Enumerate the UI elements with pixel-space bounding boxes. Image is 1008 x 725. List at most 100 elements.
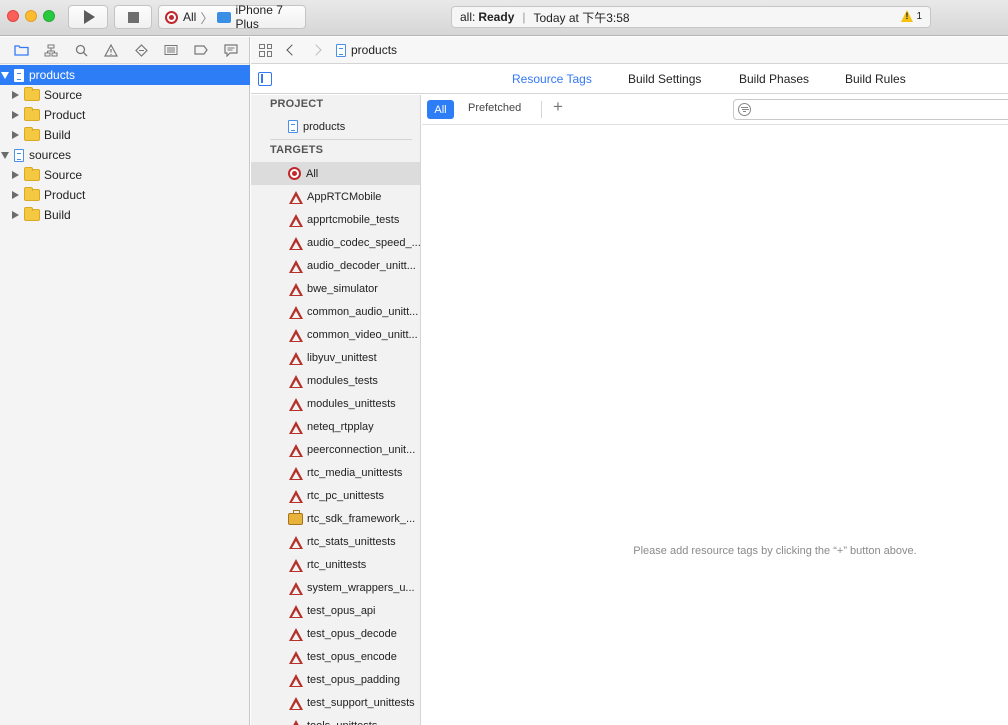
- nav-project-sources[interactable]: sources: [0, 145, 250, 165]
- target-row[interactable]: common_video_unitt...: [251, 323, 420, 346]
- filter-icon: [738, 103, 751, 116]
- target-label: rtc_media_unittests: [307, 466, 403, 479]
- filter-all-button[interactable]: All: [427, 100, 454, 119]
- target-row[interactable]: apprtcmobile_tests: [251, 208, 420, 231]
- activity-status: Ready: [478, 10, 515, 24]
- target-row[interactable]: audio_decoder_unitt...: [251, 254, 420, 277]
- folder-icon: [24, 187, 40, 201]
- warning-indicator[interactable]: 1: [901, 10, 922, 22]
- navigator-tab-reports[interactable]: [216, 40, 246, 60]
- target-label: rtc_stats_unittests: [307, 535, 396, 548]
- disclosure-open-icon[interactable]: [1, 151, 9, 159]
- sidebar-toggle-icon[interactable]: [258, 72, 272, 86]
- app-target-icon: [288, 419, 304, 435]
- navigator-tab-tests[interactable]: [126, 40, 156, 60]
- target-row[interactable]: neteq_rtpplay: [251, 415, 420, 438]
- nav-folder-build[interactable]: Build: [0, 125, 250, 145]
- disclosure-closed-icon[interactable]: [12, 131, 19, 139]
- project-section-header: PROJECT: [270, 98, 324, 110]
- jump-bar-current[interactable]: products: [351, 43, 397, 57]
- app-target-icon: [288, 488, 304, 504]
- target-label: neteq_rtpplay: [307, 420, 374, 433]
- nav-folder-product[interactable]: Product: [0, 105, 250, 125]
- nav-folder-source[interactable]: Source: [0, 165, 250, 185]
- search-icon: [75, 44, 87, 56]
- target-row[interactable]: All: [251, 162, 420, 185]
- nav-item-label: Build: [44, 128, 71, 142]
- scheme-separator: 〉: [200, 10, 214, 26]
- stop-button[interactable]: [114, 5, 152, 29]
- disclosure-closed-icon[interactable]: [12, 111, 19, 119]
- folder-icon: [24, 127, 40, 141]
- nav-folder-product[interactable]: Product: [0, 185, 250, 205]
- project-name: products: [303, 120, 346, 133]
- related-items-icon[interactable]: [259, 43, 272, 57]
- navigator-tab-breakpoints[interactable]: [186, 40, 216, 60]
- navigator-tab-issues[interactable]: [96, 40, 126, 60]
- disclosure-closed-icon[interactable]: [12, 91, 19, 99]
- disclosure-closed-icon[interactable]: [12, 171, 19, 179]
- target-row[interactable]: AppRTCMobile: [251, 185, 420, 208]
- target-row[interactable]: rtc_pc_unittests: [251, 484, 420, 507]
- target-row[interactable]: libyuv_unittest: [251, 346, 420, 369]
- nav-item-label: sources: [29, 148, 72, 162]
- target-row[interactable]: rtc_sdk_framework_...: [251, 507, 420, 530]
- activity-prefix: all:: [460, 10, 476, 24]
- project-row[interactable]: products: [251, 115, 420, 138]
- filter-prefetched-button[interactable]: Prefetched: [468, 102, 521, 114]
- target-row[interactable]: audio_codec_speed_...: [251, 231, 420, 254]
- target-row[interactable]: rtc_stats_unittests: [251, 530, 420, 553]
- nav-item-label: products: [29, 68, 76, 82]
- target-row[interactable]: common_audio_unitt...: [251, 300, 420, 323]
- target-row[interactable]: peerconnection_unit...: [251, 438, 420, 461]
- zoom-window-button[interactable]: [43, 10, 55, 22]
- disclosure-closed-icon[interactable]: [12, 211, 19, 219]
- target-row[interactable]: bwe_simulator: [251, 277, 420, 300]
- target-row[interactable]: system_wrappers_u...: [251, 576, 420, 599]
- navigator-tab-debug[interactable]: [156, 40, 186, 60]
- scheme-selector[interactable]: All 〉 iPhone 7 Plus: [158, 3, 306, 31]
- close-window-button[interactable]: [7, 10, 19, 22]
- target-row[interactable]: test_opus_api: [251, 599, 420, 622]
- navigator-tab-symbols[interactable]: [36, 40, 66, 60]
- navigator-tab-project[interactable]: [6, 40, 36, 60]
- tag-filter-field[interactable]: [733, 99, 1008, 120]
- add-tag-button[interactable]: +: [553, 97, 563, 117]
- tag-filter-input[interactable]: [756, 101, 1006, 118]
- nav-item-label: Product: [44, 108, 86, 122]
- target-row[interactable]: test_opus_decode: [251, 622, 420, 645]
- disclosure-closed-icon[interactable]: [12, 191, 19, 199]
- target-row[interactable]: rtc_unittests: [251, 553, 420, 576]
- target-row[interactable]: test_opus_padding: [251, 668, 420, 691]
- target-label: rtc_pc_unittests: [307, 489, 385, 502]
- target-row[interactable]: test_support_unittests: [251, 691, 420, 714]
- app-target-icon: [288, 304, 304, 320]
- tab-build-rules[interactable]: Build Rules: [845, 72, 906, 86]
- tab-resource-tags[interactable]: Resource Tags: [512, 72, 592, 86]
- activity-viewer[interactable]: all: Ready | Today at 下午3:58 1: [451, 6, 931, 28]
- target-row[interactable]: test_opus_encode: [251, 645, 420, 668]
- run-button[interactable]: [68, 5, 108, 29]
- target-label: apprtcmobile_tests: [307, 213, 400, 226]
- targets-list: PROJECT products TARGETS All AppRTCMobile…: [251, 95, 421, 725]
- empty-state-message: Please add resource tags by clicking the…: [633, 545, 917, 557]
- back-chevron-icon[interactable]: [286, 44, 298, 56]
- nav-folder-build[interactable]: Build: [0, 205, 250, 225]
- tag-icon: [194, 45, 208, 55]
- target-row[interactable]: modules_unittests: [251, 392, 420, 415]
- framework-icon: [288, 509, 303, 525]
- target-row[interactable]: modules_tests: [251, 369, 420, 392]
- tab-build-settings[interactable]: Build Settings: [628, 72, 701, 86]
- navigator-tab-find[interactable]: [66, 40, 96, 60]
- target-row[interactable]: rtc_media_unittests: [251, 461, 420, 484]
- target-row[interactable]: tools_unittests: [251, 714, 420, 725]
- forward-chevron-icon[interactable]: [310, 44, 322, 56]
- minimize-window-button[interactable]: [25, 10, 37, 22]
- app-target-icon: [288, 649, 304, 665]
- nav-project-products[interactable]: products: [0, 65, 250, 85]
- tab-build-phases[interactable]: Build Phases: [739, 72, 809, 86]
- project-file-icon: [336, 43, 346, 57]
- disclosure-open-icon[interactable]: [1, 71, 9, 79]
- target-icon: [165, 10, 178, 24]
- nav-folder-source[interactable]: Source: [0, 85, 250, 105]
